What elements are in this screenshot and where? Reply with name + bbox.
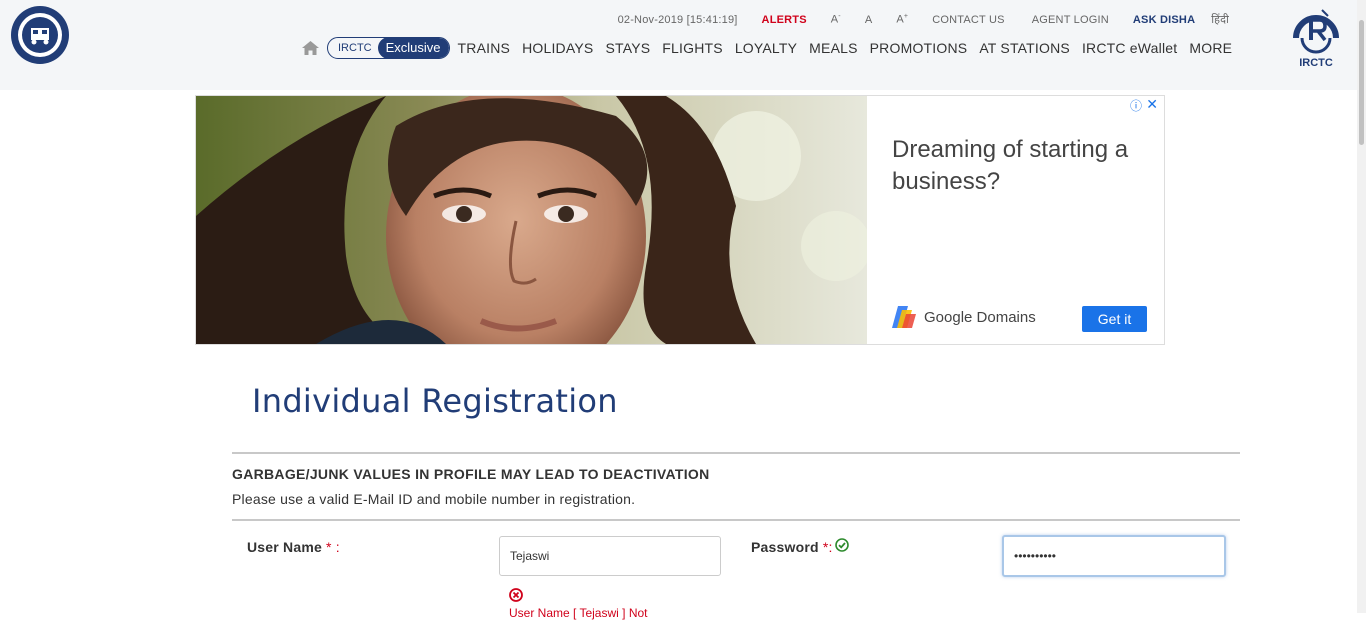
hindi-language-link[interactable]: हिंदी [1211, 12, 1229, 27]
ad-photo [196, 96, 867, 344]
nav-more[interactable]: MORE [1189, 40, 1232, 56]
username-label: User Name * : [247, 539, 340, 555]
password-input[interactable] [1002, 535, 1226, 577]
indian-railways-logo[interactable] [10, 4, 70, 66]
font-decrease-button[interactable]: A- [831, 13, 841, 26]
exclusive-badge-label: Exclusive [377, 38, 449, 58]
font-increase-button[interactable]: A+ [896, 13, 908, 26]
error-icon [509, 588, 523, 602]
irctc-badge-label: IRCTC [338, 42, 372, 54]
required-asterisk: *: [822, 539, 833, 555]
ad-headline: Dreaming of starting a business? [892, 136, 1129, 195]
advertisement-banner[interactable]: ⓘ ✕ Dreaming of starting a business? Goo… [195, 95, 1165, 345]
nav-meals[interactable]: MEALS [809, 40, 857, 56]
irctc-logo[interactable]: IRCTC [1288, 4, 1344, 70]
contact-us-link[interactable]: CONTACT US [932, 14, 1005, 26]
username-input[interactable] [499, 536, 721, 576]
date-time: 02-Nov-2019 [15:41:19] [617, 13, 738, 26]
google-domains-logo-icon [892, 306, 916, 328]
svg-text:IRCTC: IRCTC [1299, 57, 1333, 69]
agent-login-link[interactable]: AGENT LOGIN [1032, 14, 1109, 26]
username-error-message: User Name [ Tejaswi ] Not [509, 606, 648, 620]
divider-top [232, 452, 1240, 454]
nav-loyalty[interactable]: LOYALTY [735, 40, 797, 56]
valid-check-icon [835, 538, 849, 552]
irctc-exclusive-badge[interactable]: IRCTC Exclusive [327, 37, 450, 59]
nav-stays[interactable]: STAYS [605, 40, 650, 56]
divider-bottom [232, 519, 1240, 521]
main-nav: IRCTC Exclusive TRAINS HOLIDAYS STAYS FL… [302, 37, 1244, 59]
ad-get-it-button[interactable]: Get it [1082, 306, 1147, 332]
ad-close-icon[interactable]: ✕ [1146, 96, 1158, 113]
nav-holidays[interactable]: HOLIDAYS [522, 40, 593, 56]
header: 02-Nov-2019 [15:41:19] ALERTS A- A A+ CO… [0, 0, 1366, 90]
nav-ewallet[interactable]: IRCTC eWallet [1082, 40, 1177, 56]
nav-promotions[interactable]: PROMOTIONS [870, 40, 968, 56]
page-title: Individual Registration [252, 382, 618, 420]
alerts-link[interactable]: ALERTS [762, 14, 807, 26]
registration-note: Please use a valid E-Mail ID and mobile … [232, 491, 636, 507]
ad-info-icon[interactable]: ⓘ [1130, 97, 1142, 114]
ad-brand: Google Domains [892, 306, 1036, 328]
required-asterisk: * : [326, 539, 340, 555]
password-label: Password *: [751, 539, 833, 555]
ad-brand-label: Google Domains [924, 308, 1036, 326]
home-icon[interactable] [302, 41, 319, 55]
deactivation-warning: GARBAGE/JUNK VALUES IN PROFILE MAY LEAD … [232, 466, 710, 482]
nav-trains[interactable]: TRAINS [458, 40, 511, 56]
page-scrollbar-thumb[interactable] [1359, 20, 1364, 145]
nav-flights[interactable]: FLIGHTS [662, 40, 723, 56]
font-normal-button[interactable]: A [865, 14, 873, 26]
ask-disha-link[interactable]: ASK DISHA [1133, 14, 1195, 26]
top-utility-bar: 02-Nov-2019 [15:41:19] ALERTS A- A A+ CO… [618, 12, 1229, 27]
nav-at-stations[interactable]: AT STATIONS [979, 40, 1070, 56]
